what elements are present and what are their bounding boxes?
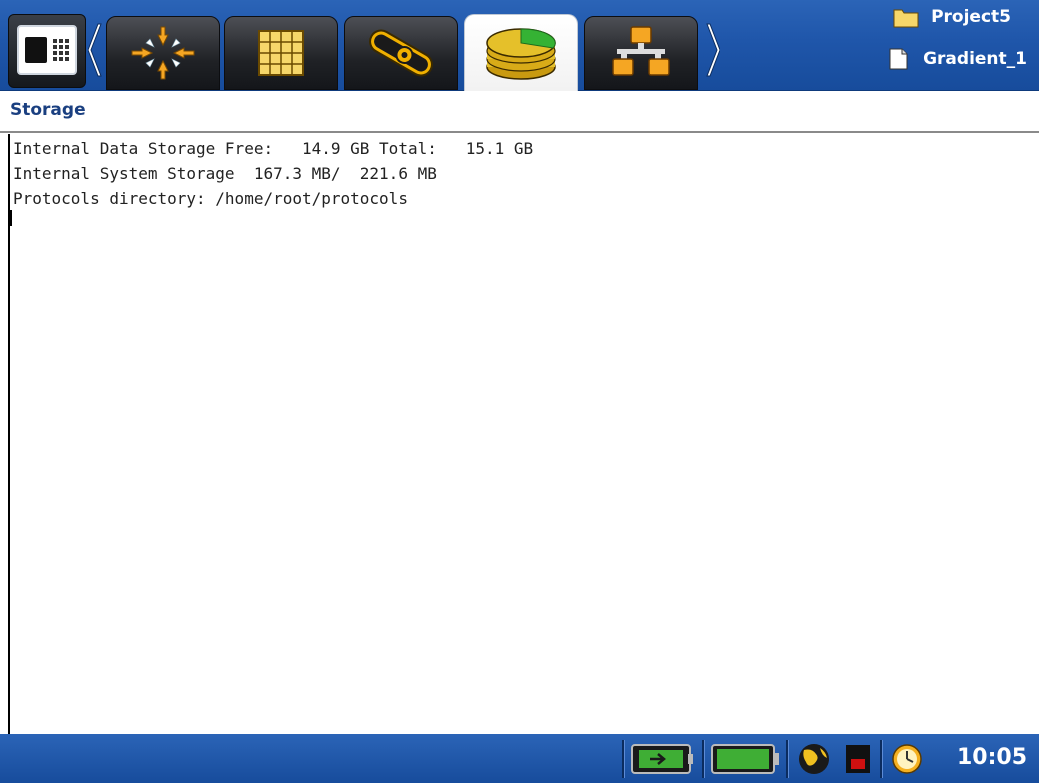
probe-icon — [369, 29, 433, 77]
screen: Project5 Gradient_1 Storage Internal Dat… — [0, 0, 1039, 783]
file-name: Gradient_1 — [923, 49, 1027, 69]
system-storage-line: Internal System Storage 167.3 MB/ 221.6 … — [13, 164, 437, 183]
tab-network[interactable] — [584, 16, 698, 90]
top-toolbar: Project5 Gradient_1 — [0, 0, 1039, 91]
tab-focus[interactable] — [106, 16, 220, 90]
page-title: Storage — [10, 100, 86, 120]
storage-disks-icon — [486, 28, 556, 80]
document-icon — [889, 48, 908, 70]
project-folder[interactable]: Project5 — [893, 6, 1011, 28]
tab-grid[interactable] — [224, 16, 338, 90]
power-plug-icon[interactable] — [630, 742, 694, 776]
clock-icon[interactable] — [890, 742, 924, 776]
data-storage-line: Internal Data Storage Free: 14.9 GB Tota… — [13, 139, 534, 158]
device-screen-icon — [17, 25, 77, 75]
grid-icon — [258, 30, 304, 76]
page-title-bar: Storage — [0, 91, 1039, 133]
main-menu-button[interactable] — [8, 14, 86, 88]
storage-info-text: Internal Data Storage Free: 14.9 GB Tota… — [8, 134, 1039, 734]
arrows-converge-icon — [131, 26, 195, 80]
project-file[interactable]: Gradient_1 — [885, 48, 1027, 70]
red-indicator-icon[interactable] — [844, 742, 872, 776]
protocols-directory-line: Protocols directory: /home/root/protocol… — [13, 189, 408, 208]
status-bar: 10:05 — [0, 734, 1039, 783]
network-icon — [612, 26, 670, 76]
clock-time: 10:05 — [956, 745, 1027, 770]
tab-probe[interactable] — [344, 16, 458, 90]
tab-storage[interactable] — [464, 14, 578, 91]
globe-icon[interactable] — [794, 742, 834, 776]
project-name: Project5 — [931, 7, 1011, 27]
text-cursor — [10, 210, 12, 226]
scroll-left-arrow-icon[interactable] — [87, 20, 104, 80]
scroll-right-arrow-icon[interactable] — [704, 20, 721, 80]
battery-icon[interactable] — [710, 742, 780, 776]
project-info: Project5 Gradient_1 — [841, 6, 1031, 76]
folder-icon — [893, 9, 919, 28]
